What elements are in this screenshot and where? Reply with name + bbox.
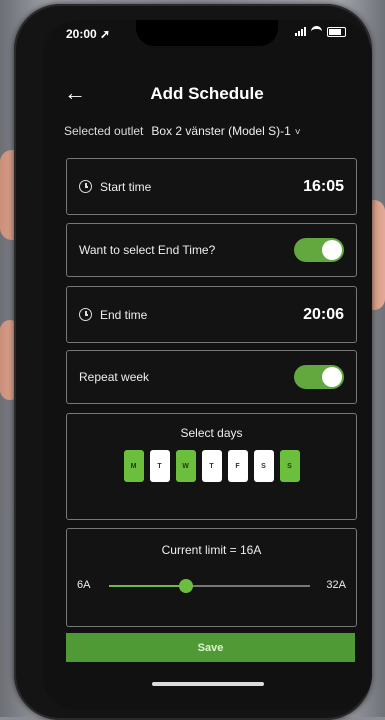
status-time: 20:00 ➚ <box>66 27 111 41</box>
battery-icon <box>327 26 346 37</box>
slider-thumb[interactable] <box>179 579 194 593</box>
save-button[interactable]: Save <box>66 633 355 662</box>
repeat-week-label: Repeat week <box>79 370 150 384</box>
end-time-label: End time <box>100 307 148 322</box>
start-time-value: 16:05 <box>303 177 344 195</box>
day-chip[interactable]: S <box>279 450 300 482</box>
clock-icon <box>79 308 92 321</box>
slider-fill <box>109 585 187 587</box>
day-chip[interactable]: F <box>227 450 248 482</box>
end-time-card[interactable]: End time 20:06 <box>66 286 357 343</box>
app-header: ← Add Schedule <box>42 80 372 110</box>
repeat-week-toggle[interactable] <box>294 365 344 389</box>
day-chip[interactable]: W <box>175 450 196 482</box>
day-chip[interactable]: M <box>123 450 144 482</box>
end-time-toggle-card: Want to select End Time? <box>66 223 357 277</box>
home-indicator <box>152 682 264 686</box>
day-chip[interactable]: T <box>149 450 170 482</box>
status-bar: 20:00 ➚ <box>42 20 372 46</box>
start-time-label: Start time <box>100 179 152 194</box>
current-limit-slider[interactable]: 6A 32A <box>77 579 346 595</box>
select-days-title: Select days <box>180 426 243 440</box>
toggle-knob <box>322 240 342 260</box>
end-time-toggle[interactable] <box>294 238 344 262</box>
page-title: Add Schedule <box>150 84 264 103</box>
repeat-week-card: Repeat week <box>66 350 357 404</box>
current-limit-card: Current limit = 16A 6A 32A <box>66 528 357 627</box>
end-time-toggle-label: Want to select End Time? <box>79 243 216 257</box>
start-time-card[interactable]: Start time 16:05 <box>66 158 357 215</box>
slider-min-label: 6A <box>77 579 91 591</box>
slider-track[interactable] <box>109 579 310 593</box>
outlet-selector[interactable]: Selected outlet Box 2 vänster (Model S)-1… <box>64 124 301 138</box>
chevron-down-icon: ˅ <box>294 127 301 138</box>
phone-frame: 20:00 ➚ ← Add Schedule Selected outlet Bo… <box>14 4 372 720</box>
day-chip[interactable]: S <box>253 450 274 482</box>
app-screen: 20:00 ➚ ← Add Schedule Selected outlet Bo… <box>42 20 372 710</box>
wifi-icon <box>311 26 322 37</box>
cellular-signal-icon <box>295 27 306 36</box>
toggle-knob <box>322 367 342 387</box>
clock-icon <box>79 180 92 193</box>
select-days-card: Select days MTWTFSS <box>66 413 357 520</box>
outlet-label: Selected outlet <box>64 124 144 138</box>
day-chip[interactable]: T <box>201 450 222 482</box>
end-time-value: 20:06 <box>303 305 344 323</box>
current-limit-label: Current limit = 16A <box>161 543 262 557</box>
slider-max-label: 32A <box>326 579 346 591</box>
outlet-value: Box 2 vänster (Model S)-1 <box>151 124 291 138</box>
day-picker: MTWTFSS <box>67 450 356 482</box>
